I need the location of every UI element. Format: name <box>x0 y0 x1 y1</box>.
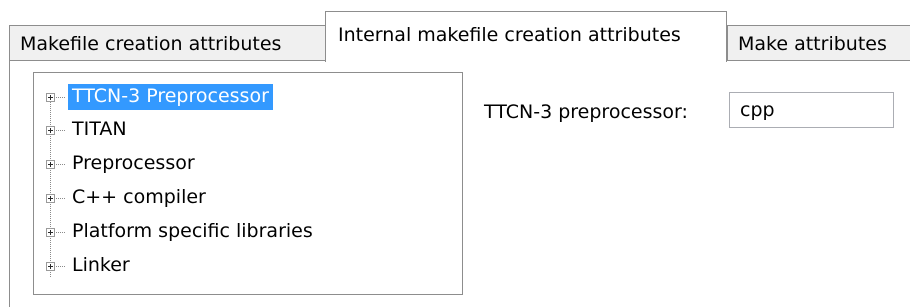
tree-item-label: Platform specific libraries <box>72 220 313 242</box>
tab-internal-makefile-creation-attributes[interactable]: Internal makefile creation attributes <box>325 11 727 62</box>
ttcn3-preprocessor-label: TTCN-3 preprocessor: <box>484 101 688 123</box>
expand-plus-icon[interactable] <box>46 228 55 237</box>
tree-item-label: C++ compiler <box>72 186 206 208</box>
preferences-window: Makefile creation attributes Internal ma… <box>0 0 910 307</box>
tree-guide-line <box>50 97 51 277</box>
tree-connector <box>56 266 65 267</box>
tree-connector <box>56 198 65 199</box>
tab-bar: Makefile creation attributes Internal ma… <box>0 0 910 62</box>
tree-connector <box>56 97 65 98</box>
expand-plus-icon[interactable] <box>46 93 55 102</box>
expand-plus-icon[interactable] <box>46 160 55 169</box>
tree-connector <box>56 164 65 165</box>
ttcn3-preprocessor-input[interactable] <box>729 92 894 128</box>
tree-item-label: TITAN <box>72 118 127 140</box>
expand-plus-icon[interactable] <box>46 126 55 135</box>
expand-plus-icon[interactable] <box>46 194 55 203</box>
tree-connector <box>56 232 65 233</box>
tab-label: Internal makefile creation attributes <box>338 24 681 46</box>
tree-item-label: Preprocessor <box>72 152 195 174</box>
tab-makefile-creation-attributes[interactable]: Makefile creation attributes <box>9 25 326 61</box>
tree-connector <box>56 130 65 131</box>
tab-label: Make attributes <box>738 33 887 55</box>
attribute-tree[interactable]: TTCN-3 Preprocessor TITAN Preprocessor C… <box>33 72 463 295</box>
tab-make-attributes[interactable]: Make attributes <box>727 25 910 61</box>
tree-item-label: Linker <box>72 254 130 276</box>
tab-label: Makefile creation attributes <box>20 33 282 55</box>
tab-panel-left-border <box>9 60 10 307</box>
tree-item-label: TTCN-3 Preprocessor <box>68 84 273 110</box>
expand-plus-icon[interactable] <box>46 262 55 271</box>
